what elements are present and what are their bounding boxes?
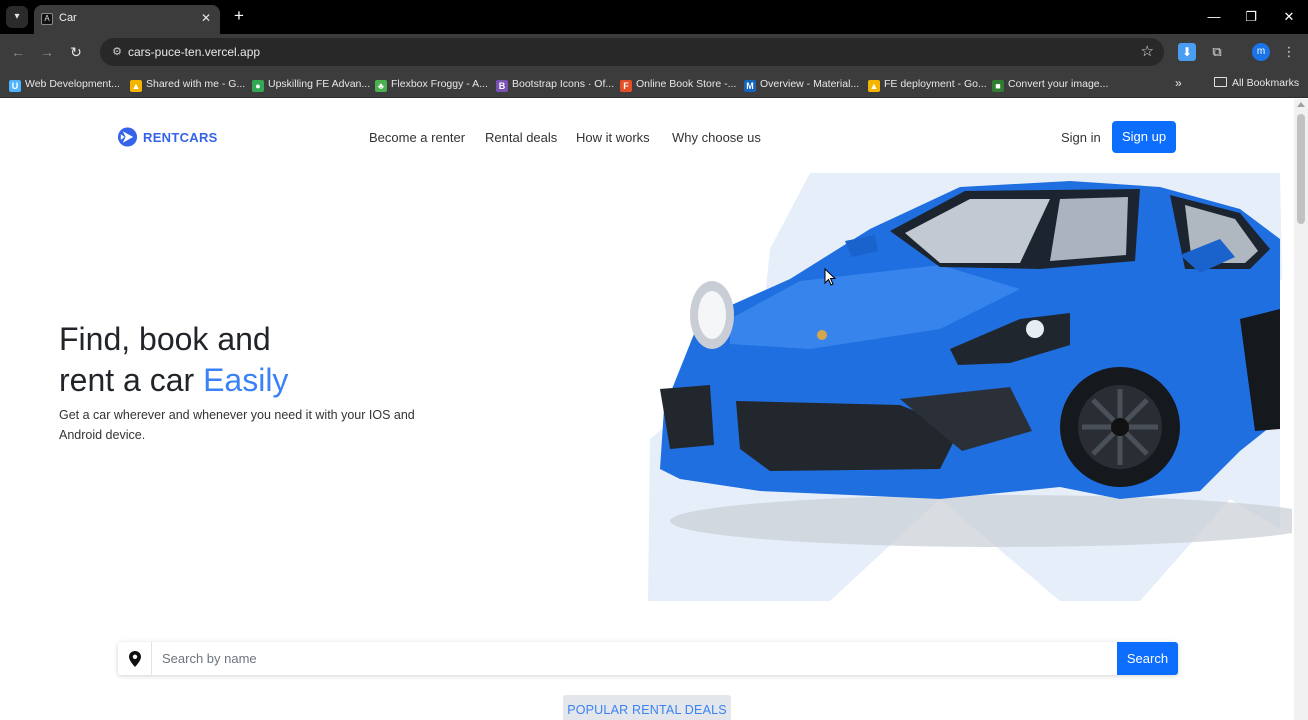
popular-rental-deals-badge: POPULAR RENTAL DEALS xyxy=(563,695,731,720)
bookmark-favicon-icon: ▲ xyxy=(130,80,142,92)
search-input[interactable] xyxy=(151,642,1116,675)
tab-favicon-icon: A xyxy=(41,13,53,25)
url-text[interactable]: cars-puce-ten.vercel.app xyxy=(128,45,260,59)
page-scrollbar[interactable] xyxy=(1294,99,1308,720)
hero-title-accent: Easily xyxy=(203,362,289,398)
bookmark-favicon-icon: B xyxy=(496,80,508,92)
bookmark-item[interactable]: U Web Development... xyxy=(9,77,120,92)
bookmark-item[interactable]: ■ Convert your image... xyxy=(992,77,1109,92)
scroll-up-arrow-icon[interactable] xyxy=(1297,102,1305,107)
rentcars-logo-icon xyxy=(117,127,138,147)
nav-how-it-works[interactable]: How it works xyxy=(576,130,650,145)
tab-close-icon[interactable]: ✕ xyxy=(198,10,214,26)
bookmark-favicon-icon: U xyxy=(9,80,21,92)
window-close-icon[interactable]: ✕ xyxy=(1279,7,1299,27)
bookmark-item[interactable]: B Bootstrap Icons · Of... xyxy=(496,77,615,92)
nav-why-choose-us[interactable]: Why choose us xyxy=(672,130,761,145)
bookmark-label: Flexbox Froggy - A... xyxy=(391,78,488,90)
bookmark-favicon-icon: M xyxy=(744,80,756,92)
bookmark-item[interactable]: ▲ Shared with me - G... xyxy=(130,77,246,92)
bookmark-star-icon[interactable]: ☆ xyxy=(1141,42,1154,62)
profile-avatar-icon[interactable]: m xyxy=(1252,43,1270,61)
hero-title-line1: Find, book and xyxy=(59,321,271,357)
search-bar: Search xyxy=(118,642,1178,675)
nav-rental-deals[interactable]: Rental deals xyxy=(485,130,557,145)
all-bookmarks-label: All Bookmarks xyxy=(1232,77,1300,89)
bookmark-label: Bootstrap Icons · Of... xyxy=(512,78,615,90)
bookmark-label: Upskilling FE Advan... xyxy=(268,78,371,90)
bookmark-label: FE deployment - Go... xyxy=(884,78,987,90)
bookmark-label: Shared with me - G... xyxy=(146,78,246,90)
bookmark-favicon-icon: ● xyxy=(252,80,264,92)
bookmark-label: Online Book Store -... xyxy=(636,78,737,90)
mouse-cursor-icon xyxy=(824,268,836,286)
location-pin-icon xyxy=(129,651,141,667)
sign-up-button[interactable]: Sign up xyxy=(1112,121,1176,153)
hero-subtitle: Get a car wherever and whenever you need… xyxy=(59,408,415,442)
back-icon[interactable]: ← xyxy=(8,42,28,62)
tab-title: Car xyxy=(59,12,77,24)
bookmark-item[interactable]: ▲ FE deployment - Go... xyxy=(868,77,987,92)
hero-title: Find, book and rent a car Easily xyxy=(59,319,288,401)
bookmarks-bar: U Web Development... ▲ Shared with me - G.… xyxy=(0,70,1308,98)
bookmark-favicon-icon: F xyxy=(620,80,632,92)
restore-icon[interactable]: ❐ xyxy=(1241,7,1261,27)
tab-search-button[interactable]: ▾ xyxy=(6,6,28,28)
minimize-icon[interactable]: — xyxy=(1204,7,1224,27)
bookmark-item[interactable]: M Overview - Material... xyxy=(744,77,860,92)
reload-icon[interactable]: ↻ xyxy=(66,42,86,62)
bookmark-favicon-icon: ■ xyxy=(992,80,1004,92)
browser-tab-active[interactable]: A Car ✕ xyxy=(34,5,220,34)
all-bookmarks-button[interactable]: All Bookmarks xyxy=(1214,77,1299,89)
page-viewport: RENTCARS Become a renter Rental deals Ho… xyxy=(0,99,1308,720)
bookmark-favicon-icon: ▲ xyxy=(868,80,880,92)
brand-name: RENTCARS xyxy=(143,130,218,145)
browser-tabstrip: ▾ A Car ✕ + — ❐ ✕ xyxy=(0,0,1308,34)
bookmark-item[interactable]: ● Upskilling FE Advan... xyxy=(252,77,371,92)
bookmark-item[interactable]: F Online Book Store -... xyxy=(620,77,737,92)
folder-icon xyxy=(1214,77,1227,87)
bookmark-item[interactable]: ♣ Flexbox Froggy - A... xyxy=(375,77,488,92)
bookmark-label: Overview - Material... xyxy=(760,78,860,90)
bookmark-label: Web Development... xyxy=(25,78,120,90)
site-info-icon[interactable]: ⚙ xyxy=(110,45,124,59)
bookmark-favicon-icon: ♣ xyxy=(375,80,387,92)
search-button[interactable]: Search xyxy=(1117,642,1178,675)
hero-title-line2: rent a car xyxy=(59,362,204,398)
download-icon[interactable]: ⬇ xyxy=(1178,43,1196,61)
nav-become-renter[interactable]: Become a renter xyxy=(369,130,465,145)
forward-icon[interactable]: → xyxy=(37,42,57,62)
scrollbar-thumb[interactable] xyxy=(1297,114,1305,224)
bookmarks-overflow-icon[interactable]: » xyxy=(1175,76,1182,90)
bookmark-label: Convert your image... xyxy=(1008,78,1109,90)
address-bar[interactable]: ⚙ cars-puce-ten.vercel.app ☆ xyxy=(100,38,1164,66)
browser-toolbar: ← → ↻ ⚙ cars-puce-ten.vercel.app ☆ ⬇ ⧉ m… xyxy=(0,34,1308,70)
new-tab-button[interactable]: + xyxy=(229,6,249,26)
extensions-icon[interactable]: ⧉ xyxy=(1208,43,1226,61)
hero-car-image xyxy=(648,173,1292,601)
sign-in-link[interactable]: Sign in xyxy=(1061,130,1101,145)
browser-menu-icon[interactable]: ⋮ xyxy=(1280,43,1298,61)
